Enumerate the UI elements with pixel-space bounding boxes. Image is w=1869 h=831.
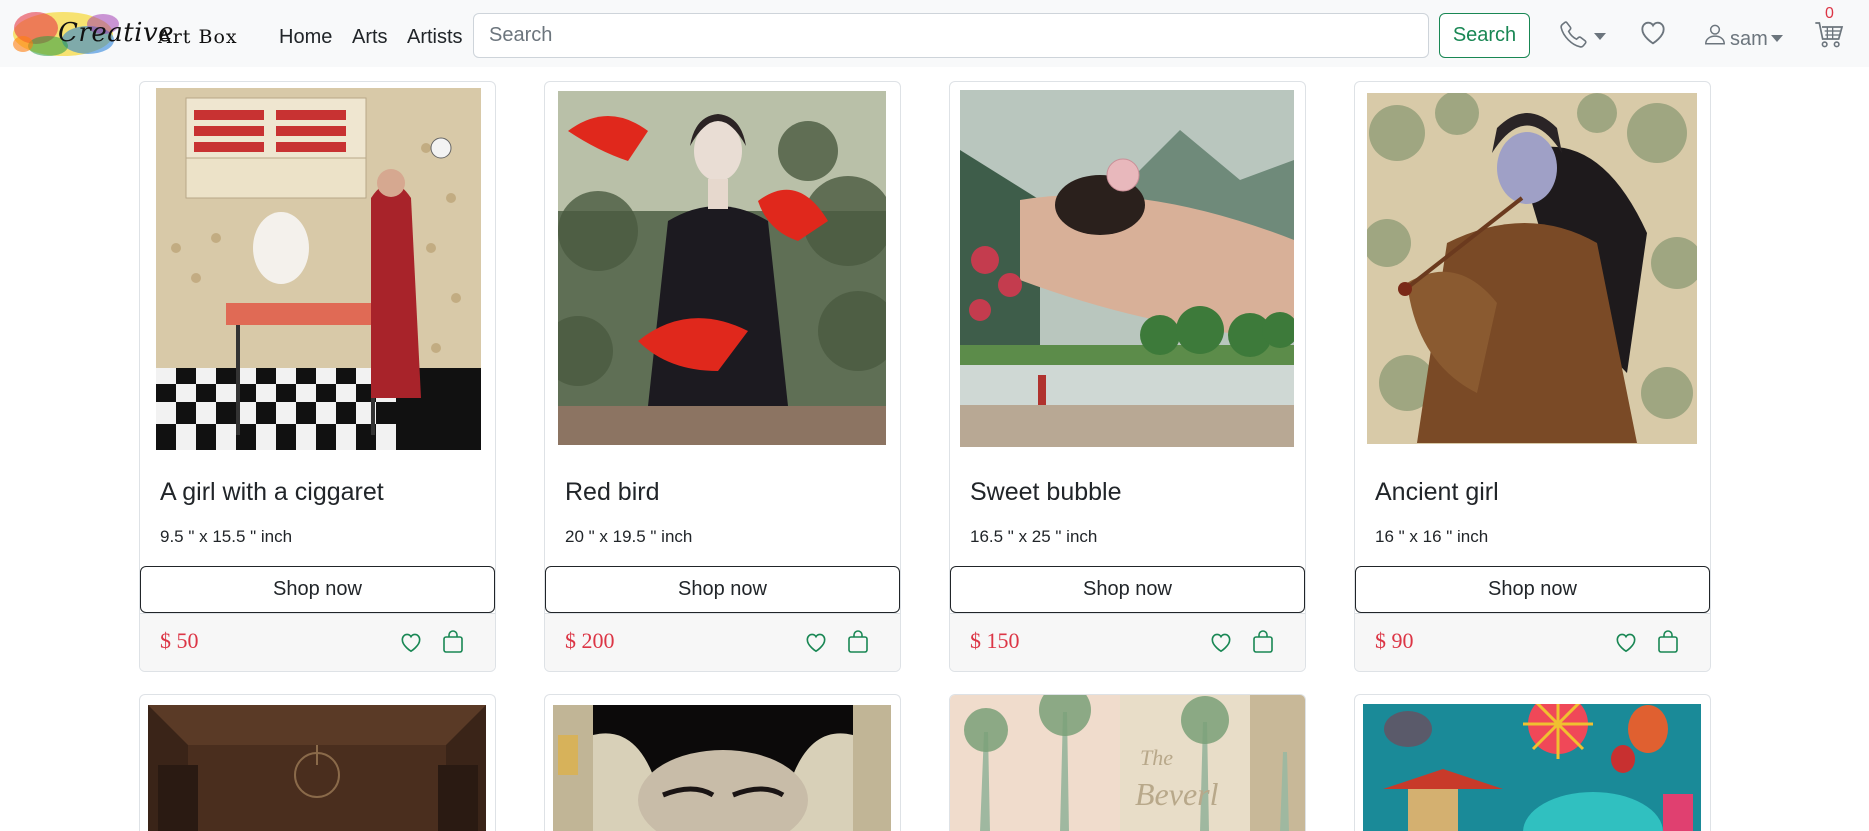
product-size: 16.5 " x 25 " inch [970, 527, 1098, 546]
heart-icon[interactable] [398, 629, 424, 655]
card-footer: $ 200 [545, 613, 900, 671]
product-card [139, 694, 496, 831]
product-image[interactable] [156, 88, 481, 450]
svg-text:Beverl: Beverl [1135, 776, 1219, 812]
product-card: The Beverl [949, 694, 1306, 831]
user-icon [1705, 24, 1725, 45]
wishlist-button[interactable] [1637, 16, 1669, 48]
nav-link-artists[interactable]: Artists [407, 26, 463, 49]
card-footer: $ 50 [140, 613, 495, 671]
cart-button[interactable] [1814, 20, 1846, 50]
product-title[interactable]: Ancient girl [1375, 478, 1499, 507]
product-card: Ancient girl 16 " x 16 " inch Shop now $… [1354, 81, 1711, 672]
nav-link-home[interactable]: Home [279, 26, 332, 49]
product-image[interactable] [553, 705, 891, 831]
product-card: A girl with a ciggaret 9.5 " x 15.5 " in… [139, 81, 496, 672]
chevron-down-icon[interactable] [1771, 35, 1783, 42]
product-title[interactable]: A girl with a ciggaret [160, 478, 384, 507]
contact-dropdown[interactable] [1558, 18, 1606, 52]
cart-icon [1815, 22, 1844, 48]
product-image[interactable]: The Beverl [950, 695, 1305, 831]
product-image[interactable] [148, 705, 486, 831]
logo-text: Creative [58, 18, 175, 48]
card-footer: $ 150 [950, 613, 1305, 671]
product-price: $ 90 [1375, 628, 1414, 653]
product-image[interactable] [960, 90, 1294, 447]
product-price: $ 50 [160, 628, 199, 653]
product-image[interactable] [1363, 704, 1701, 831]
shopping-bag-icon[interactable] [846, 629, 870, 655]
product-card [544, 694, 901, 831]
heart-icon[interactable] [1613, 629, 1639, 655]
product-title[interactable]: Red bird [565, 478, 660, 507]
shop-now-button[interactable]: Shop now [140, 566, 495, 613]
navbar: Creative Art Box Home Arts Artists Searc… [0, 0, 1869, 67]
product-size: 9.5 " x 15.5 " inch [160, 527, 293, 546]
shopping-bag-icon[interactable] [441, 629, 465, 655]
product-image[interactable] [1367, 93, 1697, 444]
user-name[interactable]: sam [1730, 28, 1768, 51]
nav-link-arts[interactable]: Arts [352, 26, 388, 49]
heart-icon[interactable] [1208, 629, 1234, 655]
product-price: $ 200 [565, 628, 615, 653]
phone-icon [1560, 21, 1587, 48]
shopping-bag-icon[interactable] [1251, 629, 1275, 655]
card-footer: $ 90 [1355, 613, 1710, 671]
user-menu-button[interactable] [1702, 20, 1728, 50]
heart-icon [1641, 21, 1665, 45]
heart-icon[interactable] [803, 629, 829, 655]
shop-now-button[interactable]: Shop now [1355, 566, 1710, 613]
shop-now-button[interactable]: Shop now [950, 566, 1305, 613]
svg-text:The: The [1140, 745, 1173, 770]
product-image[interactable] [558, 91, 886, 445]
chevron-down-icon [1594, 33, 1606, 40]
search-button[interactable]: Search [1439, 13, 1530, 58]
logo-text-secondary: Art Box [158, 26, 238, 48]
shop-now-button[interactable]: Shop now [545, 566, 900, 613]
shopping-bag-icon[interactable] [1656, 629, 1680, 655]
product-card: Red bird 20 " x 19.5 " inch Shop now $ 2… [544, 81, 901, 672]
search-input[interactable] [473, 13, 1429, 58]
product-size: 20 " x 19.5 " inch [565, 527, 693, 546]
product-title[interactable]: Sweet bubble [970, 478, 1122, 507]
brand-logo[interactable]: Creative Art Box [8, 6, 240, 61]
product-price: $ 150 [970, 628, 1020, 653]
product-card [1354, 694, 1711, 831]
product-size: 16 " x 16 " inch [1375, 527, 1489, 546]
product-card: Sweet bubble 16.5 " x 25 " inch Shop now… [949, 81, 1306, 672]
